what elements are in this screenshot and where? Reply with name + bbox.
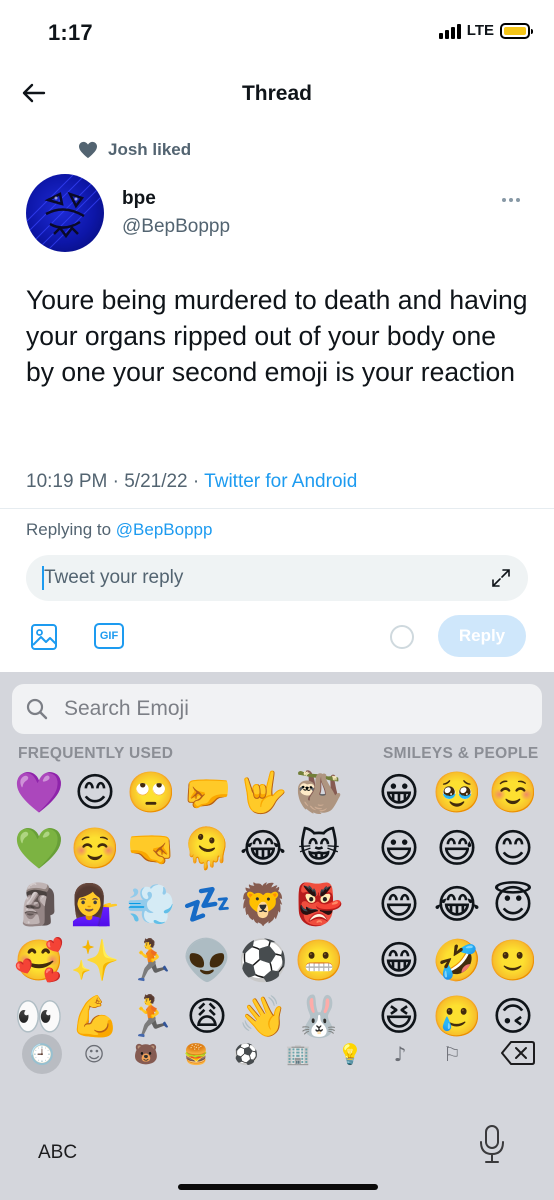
page-title: Thread: [241, 82, 312, 105]
signal-icon: [438, 23, 461, 39]
image-icon[interactable]: [30, 623, 58, 651]
emoji-key[interactable]: ⚽: [236, 934, 290, 988]
reply-button[interactable]: Reply: [438, 615, 526, 657]
emoji-key[interactable]: 👺: [292, 878, 346, 932]
emoji-key[interactable]: 😂: [236, 822, 290, 876]
emoji-key[interactable]: 😄: [372, 878, 426, 932]
activity-icon[interactable]: ⚽: [226, 1034, 266, 1074]
reply-placeholder: Tweet your reply: [44, 567, 184, 588]
home-indicator[interactable]: [178, 1184, 378, 1190]
replying-to: Replying to @BepBoppp: [26, 520, 212, 540]
emoji-key[interactable]: 😊: [486, 822, 540, 876]
emoji-key[interactable]: 🤟: [236, 766, 290, 820]
reply-input[interactable]: Tweet your reply: [26, 555, 528, 601]
emoji-key[interactable]: 😅: [430, 822, 484, 876]
tweet-text: Youre being murdered to death and having…: [26, 285, 528, 387]
emoji-key[interactable]: 😁: [372, 934, 426, 988]
emoji-key[interactable]: ☺️: [68, 822, 122, 876]
emoji-key[interactable]: 🤛: [180, 766, 234, 820]
travel-icon[interactable]: 🏢: [278, 1034, 318, 1074]
emoji-key[interactable]: 😇: [486, 878, 540, 932]
animal-icon[interactable]: 🐻: [126, 1034, 166, 1074]
search-icon: [26, 698, 48, 720]
food-icon[interactable]: 🍔: [176, 1034, 216, 1074]
emoji-key[interactable]: 😸: [292, 822, 346, 876]
social-context[interactable]: Josh liked: [78, 140, 191, 160]
tweet-source-link[interactable]: Twitter for Android: [204, 471, 357, 492]
section-label-smileys-people: SMILEYS & PEOPLE: [383, 745, 539, 762]
emoji-key[interactable]: 💁‍♀️: [68, 878, 122, 932]
emoji-key[interactable]: 😃: [372, 822, 426, 876]
emoji-key[interactable]: 😬: [292, 934, 346, 988]
status-indicators: LTE: [438, 22, 533, 39]
expand-icon[interactable]: [490, 567, 512, 589]
liked-by-text: Josh liked: [108, 140, 192, 159]
gif-icon[interactable]: GIF: [94, 623, 124, 649]
symbols-icon[interactable]: ♪: [380, 1034, 420, 1074]
emoji-key[interactable]: 🦁: [236, 878, 290, 932]
emoji-search-input[interactable]: Search Emoji: [12, 684, 542, 734]
search-placeholder: Search Emoji: [64, 697, 189, 720]
emoji-key[interactable]: 😀: [372, 766, 426, 820]
emoji-key[interactable]: 🤜: [124, 822, 178, 876]
status-time: 1:17: [48, 20, 93, 45]
emoji-key[interactable]: 🦥: [292, 766, 346, 820]
objects-icon[interactable]: 💡: [330, 1034, 370, 1074]
recent-icon[interactable]: 🕘: [22, 1034, 62, 1074]
emoji-key[interactable]: ✨: [68, 934, 122, 988]
emoji-key[interactable]: 😊: [68, 766, 122, 820]
flags-icon[interactable]: ⚐: [432, 1034, 472, 1074]
emoji-key[interactable]: 🙂: [486, 934, 540, 988]
replying-handle-link[interactable]: @BepBoppp: [116, 520, 213, 539]
emoji-key[interactable]: 🥰: [12, 934, 66, 988]
thread-header: Thread: [0, 66, 554, 122]
emoji-key[interactable]: 👽: [180, 934, 234, 988]
tweet-time[interactable]: 10:19 PM: [26, 471, 107, 492]
abc-key[interactable]: ABC: [38, 1142, 77, 1164]
emoji-key[interactable]: 🏃: [124, 934, 178, 988]
network-label: LTE: [466, 22, 494, 39]
heart-icon: [79, 141, 97, 159]
avatar[interactable]: [26, 174, 104, 252]
section-label-frequently-used: FREQUENTLY USED: [18, 745, 174, 762]
emoji-keyboard: Search Emoji FREQUENTLY USED SMILEYS & P…: [0, 672, 554, 1200]
tweet-date[interactable]: 5/21/22: [124, 471, 187, 492]
emoji-key[interactable]: 🗿: [12, 878, 66, 932]
more-options-icon[interactable]: [502, 190, 526, 210]
author-handle[interactable]: @BepBoppp: [122, 216, 230, 238]
emoji-key[interactable]: 🙄: [124, 766, 178, 820]
status-bar: 1:17 LTE: [0, 0, 554, 66]
emoji-key[interactable]: 🫠: [180, 822, 234, 876]
meta-separator: ·: [112, 471, 125, 492]
compose-toolbar: GIF Reply: [0, 612, 554, 662]
emoji-key[interactable]: 💨: [124, 878, 178, 932]
avatar-image: [26, 174, 104, 252]
delete-key-icon[interactable]: [500, 1038, 536, 1068]
emoji-category-bar: 🕘 ☺ 🐻 🍔 ⚽ 🏢 💡 ♪ ⚐: [0, 1034, 554, 1080]
author-name[interactable]: bpe: [122, 188, 156, 210]
emoji-key[interactable]: 💤: [180, 878, 234, 932]
battery-icon: [500, 22, 533, 39]
microphone-icon[interactable]: [478, 1124, 506, 1166]
emoji-key[interactable]: 😂: [430, 878, 484, 932]
emoji-key[interactable]: 💜: [12, 766, 66, 820]
emoji-key[interactable]: 🥹: [430, 766, 484, 820]
emoji-key[interactable]: ☺️: [486, 766, 540, 820]
tweet-metadata: 10:19 PM · 5/21/22 · Twitter for Android: [26, 471, 357, 493]
divider: [0, 508, 554, 509]
emoji-key[interactable]: 🤣: [430, 934, 484, 988]
smiley-icon[interactable]: ☺: [74, 1034, 114, 1074]
replying-prefix: Replying to: [26, 520, 116, 539]
emoji-key[interactable]: 💚: [12, 822, 66, 876]
meta-separator: ·: [192, 471, 205, 492]
character-count-circle: [390, 625, 414, 649]
